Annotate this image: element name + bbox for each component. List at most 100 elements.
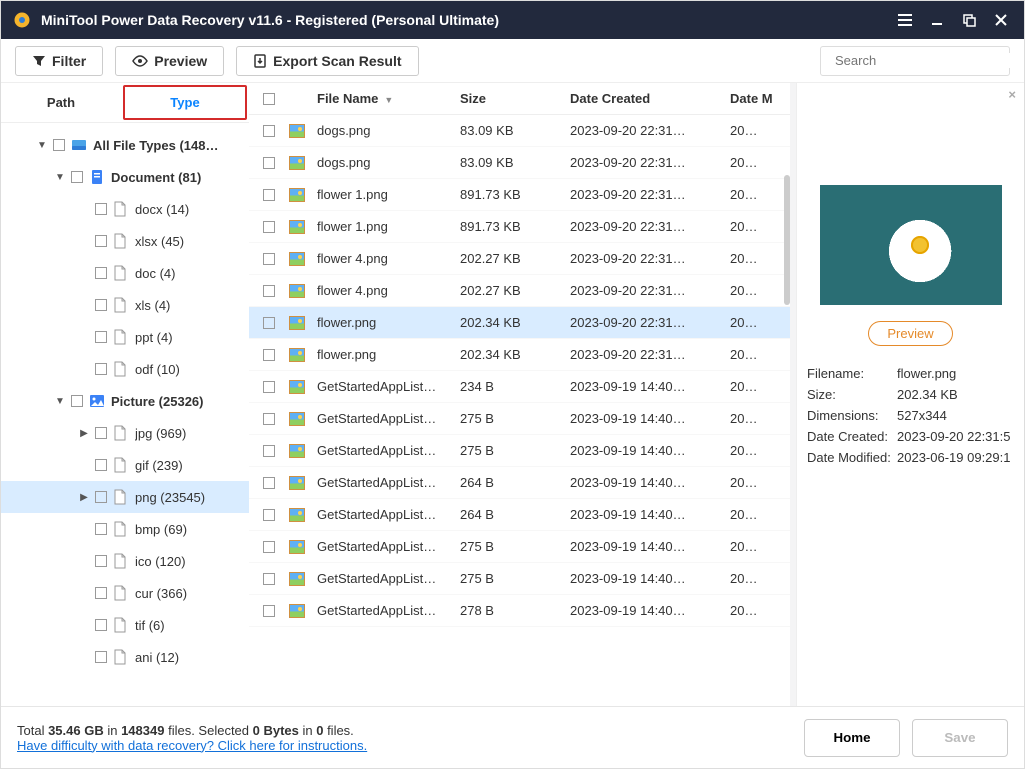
- tree-item[interactable]: ico (120): [1, 545, 249, 577]
- tree-checkbox[interactable]: [95, 587, 107, 599]
- tree-item[interactable]: ppt (4): [1, 321, 249, 353]
- row-checkbox[interactable]: [263, 477, 275, 489]
- row-checkbox[interactable]: [263, 541, 275, 553]
- tree-checkbox[interactable]: [95, 363, 107, 375]
- expand-icon[interactable]: ▼: [35, 140, 49, 151]
- tree-checkbox[interactable]: [95, 459, 107, 471]
- tree-item[interactable]: odf (10): [1, 353, 249, 385]
- table-row[interactable]: flower 1.png891.73 KB2023-09-20 22:31…20…: [249, 179, 790, 211]
- minimize-button[interactable]: [926, 9, 948, 31]
- tree-checkbox[interactable]: [95, 555, 107, 567]
- row-checkbox[interactable]: [263, 573, 275, 585]
- close-preview-button[interactable]: ×: [1008, 87, 1016, 102]
- tree-checkbox[interactable]: [95, 427, 107, 439]
- tree-checkbox[interactable]: [71, 395, 83, 407]
- close-button[interactable]: [990, 9, 1012, 31]
- tree-item[interactable]: doc (4): [1, 257, 249, 289]
- cell-date-created: 2023-09-20 22:31…: [570, 219, 730, 234]
- tree-checkbox[interactable]: [71, 171, 83, 183]
- row-checkbox[interactable]: [263, 509, 275, 521]
- tree-item[interactable]: xlsx (45): [1, 225, 249, 257]
- row-checkbox[interactable]: [263, 317, 275, 329]
- table-row[interactable]: GetStartedAppList…275 B2023-09-19 14:40……: [249, 531, 790, 563]
- tree-item[interactable]: tif (6): [1, 609, 249, 641]
- search-input[interactable]: [835, 53, 1011, 68]
- scrollbar-thumb[interactable]: [784, 175, 790, 305]
- tree-item[interactable]: xls (4): [1, 289, 249, 321]
- cell-size: 83.09 KB: [460, 155, 570, 170]
- tree-item[interactable]: ▼All File Types (148…: [1, 129, 249, 161]
- row-checkbox[interactable]: [263, 285, 275, 297]
- tree-item[interactable]: ani (12): [1, 641, 249, 673]
- tree-checkbox[interactable]: [95, 523, 107, 535]
- tree-checkbox[interactable]: [95, 299, 107, 311]
- row-checkbox[interactable]: [263, 221, 275, 233]
- preview-button[interactable]: Preview: [115, 46, 224, 76]
- search-box[interactable]: [820, 46, 1010, 76]
- table-row[interactable]: dogs.png83.09 KB2023-09-20 22:31…20…: [249, 115, 790, 147]
- tree-item[interactable]: bmp (69): [1, 513, 249, 545]
- tree-checkbox[interactable]: [95, 235, 107, 247]
- tree-checkbox[interactable]: [95, 651, 107, 663]
- tree-item[interactable]: docx (14): [1, 193, 249, 225]
- tree-checkbox[interactable]: [95, 619, 107, 631]
- table-row[interactable]: GetStartedAppList…275 B2023-09-19 14:40……: [249, 403, 790, 435]
- tree-item[interactable]: cur (366): [1, 577, 249, 609]
- row-checkbox[interactable]: [263, 349, 275, 361]
- home-button[interactable]: Home: [804, 719, 900, 757]
- tree-item[interactable]: gif (239): [1, 449, 249, 481]
- menu-button[interactable]: [894, 9, 916, 31]
- table-row[interactable]: flower.png202.34 KB2023-09-20 22:31…20…: [249, 307, 790, 339]
- select-all-checkbox[interactable]: [263, 93, 275, 105]
- expand-icon[interactable]: ▼: [53, 396, 67, 407]
- table-row[interactable]: GetStartedAppList…234 B2023-09-19 14:40……: [249, 371, 790, 403]
- expand-icon[interactable]: ▶: [77, 492, 91, 503]
- sidebar: Path Type ▼All File Types (148…▼Document…: [1, 83, 249, 706]
- col-date-modified[interactable]: Date M: [730, 91, 790, 106]
- row-checkbox[interactable]: [263, 253, 275, 265]
- tab-type[interactable]: Type: [123, 85, 247, 120]
- row-checkbox[interactable]: [263, 413, 275, 425]
- tree-checkbox[interactable]: [53, 139, 65, 151]
- row-checkbox[interactable]: [263, 125, 275, 137]
- open-preview-button[interactable]: Preview: [868, 321, 952, 346]
- image-file-icon: [289, 156, 305, 170]
- table-row[interactable]: GetStartedAppList…275 B2023-09-19 14:40……: [249, 435, 790, 467]
- table-row[interactable]: flower 4.png202.27 KB2023-09-20 22:31…20…: [249, 243, 790, 275]
- filter-button[interactable]: Filter: [15, 46, 103, 76]
- table-row[interactable]: flower.png202.34 KB2023-09-20 22:31…20…: [249, 339, 790, 371]
- row-checkbox[interactable]: [263, 445, 275, 457]
- table-header: File Name▼ Size Date Created Date M: [249, 83, 790, 115]
- tree-checkbox[interactable]: [95, 203, 107, 215]
- row-checkbox[interactable]: [263, 157, 275, 169]
- cell-filename: GetStartedAppList…: [317, 475, 460, 490]
- save-button[interactable]: Save: [912, 719, 1008, 757]
- table-row[interactable]: flower 4.png202.27 KB2023-09-20 22:31…20…: [249, 275, 790, 307]
- table-row[interactable]: GetStartedAppList…278 B2023-09-19 14:40……: [249, 595, 790, 627]
- help-link[interactable]: Have difficulty with data recovery? Clic…: [17, 738, 792, 753]
- row-checkbox[interactable]: [263, 605, 275, 617]
- maximize-button[interactable]: [958, 9, 980, 31]
- tree-item[interactable]: ▼Document (81): [1, 161, 249, 193]
- cell-size: 275 B: [460, 571, 570, 586]
- export-button[interactable]: Export Scan Result: [236, 46, 418, 76]
- expand-icon[interactable]: ▶: [77, 428, 91, 439]
- row-checkbox[interactable]: [263, 189, 275, 201]
- tree-item[interactable]: ▶png (23545): [1, 481, 249, 513]
- tree-checkbox[interactable]: [95, 267, 107, 279]
- col-size[interactable]: Size: [460, 91, 570, 106]
- tree-item[interactable]: ▶jpg (969): [1, 417, 249, 449]
- col-date-created[interactable]: Date Created: [570, 91, 730, 106]
- tree-item[interactable]: ▼Picture (25326): [1, 385, 249, 417]
- table-row[interactable]: GetStartedAppList…264 B2023-09-19 14:40……: [249, 467, 790, 499]
- expand-icon[interactable]: ▼: [53, 172, 67, 183]
- tree-checkbox[interactable]: [95, 331, 107, 343]
- table-row[interactable]: dogs.png83.09 KB2023-09-20 22:31…20…: [249, 147, 790, 179]
- col-filename[interactable]: File Name▼: [317, 91, 460, 106]
- table-row[interactable]: flower 1.png891.73 KB2023-09-20 22:31…20…: [249, 211, 790, 243]
- table-row[interactable]: GetStartedAppList…275 B2023-09-19 14:40……: [249, 563, 790, 595]
- tab-path[interactable]: Path: [1, 83, 121, 122]
- table-row[interactable]: GetStartedAppList…264 B2023-09-19 14:40……: [249, 499, 790, 531]
- row-checkbox[interactable]: [263, 381, 275, 393]
- tree-checkbox[interactable]: [95, 491, 107, 503]
